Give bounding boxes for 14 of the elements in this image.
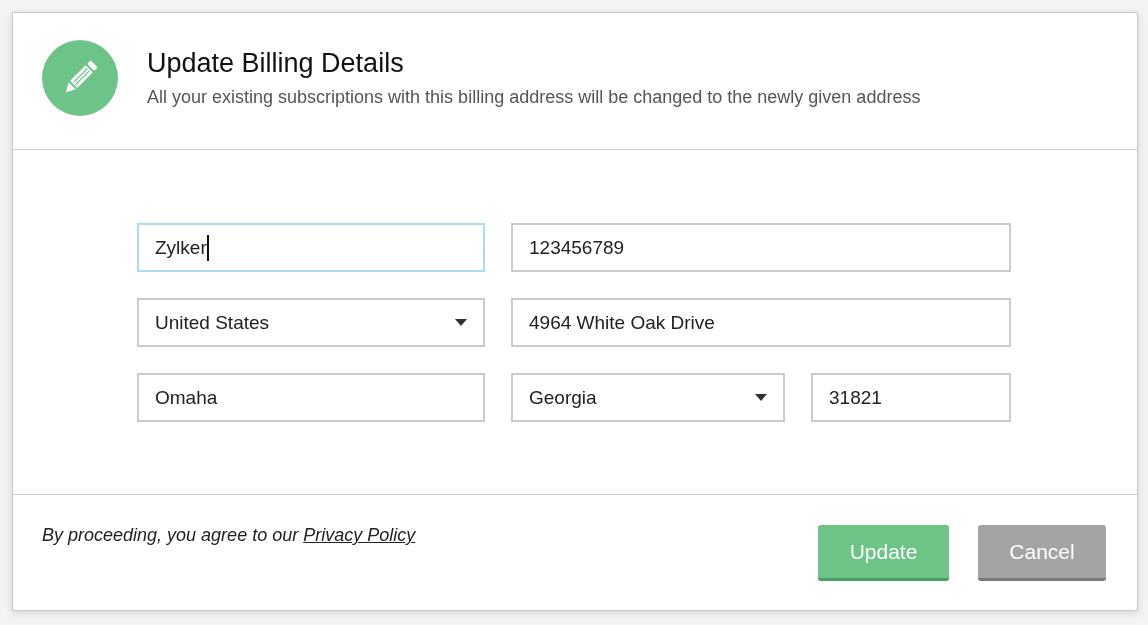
pencil-icon [42,40,118,116]
caret-icon [455,319,467,326]
dropdown-field[interactable]: Georgia [511,373,785,422]
input-field[interactable]: 31821 [811,373,1011,422]
dialog-subtitle: All your existing subscriptions with this billing address will be changed to the newly given address [147,87,921,108]
privacy-policy-link[interactable]: Privacy Policy [303,525,416,545]
input-field[interactable]: Zylker [137,223,485,272]
dropdown-field[interactable]: United States [137,298,485,347]
dialog-title: Update Billing Details [147,48,405,79]
input-field[interactable]: Omaha [137,373,485,422]
caret-icon [755,394,767,401]
input-field[interactable]: 123456789 [511,223,1011,272]
input-field[interactable]: 4964 White Oak Drive [511,298,1011,347]
privacy-notice: By proceeding, you agree to our Privacy Policy [42,525,416,547]
